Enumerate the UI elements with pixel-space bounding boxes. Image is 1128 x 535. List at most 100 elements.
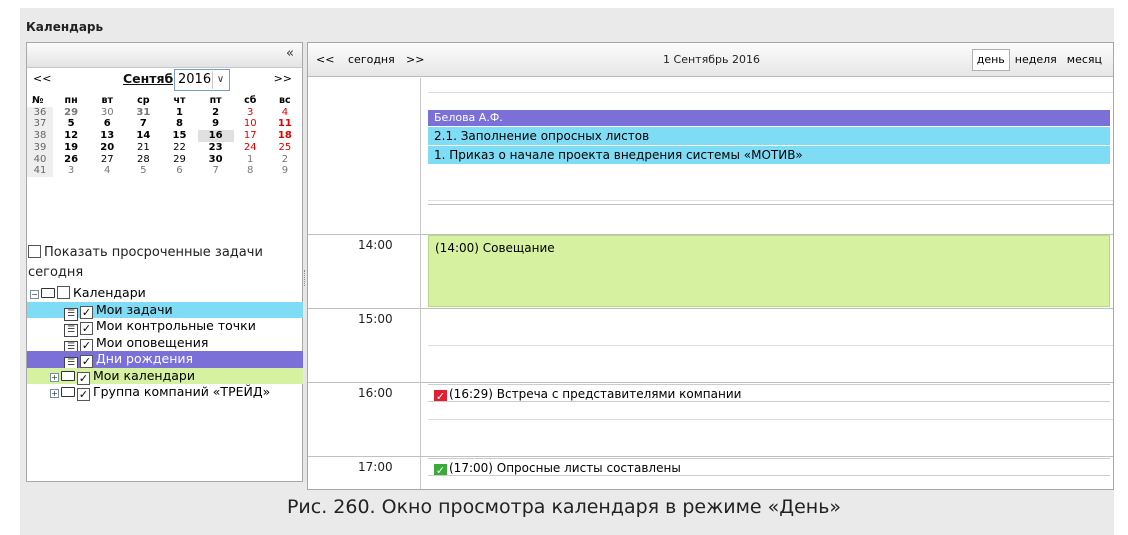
day-cell[interactable]: 5	[125, 165, 161, 177]
hour-label: 14:00	[358, 238, 393, 252]
hour-label: 17:00	[358, 460, 393, 474]
tree-item-checkbox[interactable]: ✓	[80, 322, 93, 335]
day-cell[interactable]: 1	[234, 154, 267, 166]
day-cell[interactable]: 10	[234, 118, 267, 130]
day-cell[interactable]: 3	[53, 165, 89, 177]
day-cell[interactable]: 6	[161, 165, 197, 177]
weekday-label: вт	[101, 95, 113, 106]
day-cell[interactable]: 2	[198, 107, 234, 119]
day-cell[interactable]: 9	[267, 165, 303, 177]
today-button[interactable]: сегодня	[348, 53, 395, 66]
day-cell[interactable]: 19	[53, 142, 89, 154]
expand-node-icon[interactable]: +	[50, 389, 59, 398]
tree-root-checkbox[interactable]	[57, 286, 70, 299]
day-cell[interactable]: 30	[89, 107, 125, 119]
day-cell[interactable]: 25	[267, 142, 303, 154]
view-day-button[interactable]: день	[971, 49, 1010, 71]
tree-item-my-tasks[interactable]: ☰ ✓ Мои задачи	[27, 301, 303, 321]
day-cell[interactable]: 8	[161, 118, 197, 130]
half-hour-line	[428, 419, 1113, 420]
tree-item-label: Мои оповещения	[96, 334, 209, 350]
day-cell[interactable]: 24	[234, 142, 267, 154]
tree-item-birthdays[interactable]: ☰ ✓ Дни рождения	[27, 351, 303, 370]
event-meeting[interactable]: (14:00) Совещание	[428, 235, 1110, 307]
day-cell[interactable]: 29	[161, 154, 197, 166]
tree-item-label: Дни рождения	[96, 351, 194, 366]
week-row: 39 19 20 21 22 23 24 25	[27, 141, 303, 154]
view-month-button[interactable]: месяц	[1062, 49, 1107, 71]
week-number: 37	[27, 118, 53, 131]
week-number: 40	[27, 153, 53, 166]
day-cell[interactable]: 23	[198, 142, 234, 154]
show-overdue-checkbox[interactable]	[28, 245, 41, 258]
allday-event-header[interactable]: Белова А.Ф.	[428, 110, 1110, 126]
day-cell-today[interactable]: 16	[197, 130, 234, 142]
weekday-label: пн	[64, 95, 78, 106]
prev-day-button[interactable]: <<	[316, 53, 334, 66]
day-cell[interactable]: 7	[125, 118, 161, 130]
day-cell[interactable]: 20	[89, 142, 125, 154]
day-cell[interactable]: 26	[53, 154, 89, 166]
tree-item-checkbox[interactable]: ✓	[77, 371, 90, 385]
tree-item-checkbox[interactable]: ✓	[80, 338, 93, 352]
expand-node-icon[interactable]: +	[50, 372, 59, 382]
day-cell[interactable]: 1	[161, 107, 197, 119]
allday-event[interactable]: 2.1. Заполнение опросных листов	[428, 127, 1110, 145]
day-cell[interactable]: 7	[198, 165, 234, 177]
tree-item-checkbox[interactable]: ✓	[80, 305, 93, 319]
mini-calendar-nav: << Сентябрь 2016 ∨ >>	[27, 68, 302, 93]
allday-bottom-line	[428, 204, 1113, 205]
day-cell[interactable]: 12	[53, 130, 89, 142]
day-cell[interactable]: 18	[267, 130, 303, 142]
collapse-panel-button[interactable]: «	[286, 46, 294, 61]
day-cell[interactable]: 6	[89, 118, 125, 130]
year-select[interactable]: 2016 ∨	[174, 69, 230, 91]
day-cell[interactable]: 29	[53, 107, 89, 119]
allday-event[interactable]: 1. Приказ о начале проекта внедрения сис…	[428, 146, 1110, 164]
collapse-node-icon[interactable]: −	[30, 290, 39, 299]
tree-item-group-trade[interactable]: + ✓ Группа компаний «ТРЕЙД»	[27, 384, 303, 401]
day-cell[interactable]: 17	[234, 130, 267, 142]
day-cell[interactable]: 2	[267, 154, 303, 166]
mini-prev-month-button[interactable]: <<	[33, 72, 51, 85]
tree-item-my-notifications[interactable]: ☰ ✓ Мои оповещения	[27, 334, 303, 354]
mini-next-month-button[interactable]: >>	[274, 72, 292, 85]
day-cell[interactable]: 30	[198, 154, 234, 166]
day-cell[interactable]: 28	[125, 154, 161, 166]
day-cell[interactable]: 27	[89, 154, 125, 166]
allday-inner-line	[428, 200, 1113, 201]
day-cell[interactable]: 4	[89, 165, 125, 177]
hour-line	[308, 456, 1113, 457]
tree-root-label: Календари	[73, 285, 146, 300]
view-week-button[interactable]: неделя	[1010, 49, 1062, 71]
half-hour-line	[428, 345, 1113, 346]
tree-item-my-checkpoints[interactable]: ☰ ✓ Мои контрольные точки	[27, 318, 303, 337]
day-cell[interactable]: 3	[234, 107, 267, 119]
day-cell[interactable]: 11	[267, 118, 303, 130]
day-cell[interactable]: 5	[53, 118, 89, 130]
day-cell[interactable]: 21	[125, 142, 161, 154]
tree-item-checkbox[interactable]: ✓	[80, 355, 93, 368]
tree-item-my-calendars[interactable]: + ✓ Мои календари	[27, 367, 303, 385]
day-cell[interactable]: 31	[125, 107, 161, 119]
event-questionnaires-done[interactable]: ✓ (17:00) Опросные листы составлены	[428, 458, 1110, 476]
day-cell[interactable]: 15	[161, 130, 197, 142]
chevron-down-icon[interactable]: ∨	[212, 71, 228, 89]
event-company-meeting[interactable]: ✓ (16:29) Встреча с представителями компа…	[428, 384, 1110, 402]
splitter-grip-icon[interactable]	[304, 270, 306, 286]
show-overdue-option[interactable]: Показать просроченные задачи сегодня	[28, 243, 298, 283]
day-cell[interactable]: 4	[267, 107, 303, 119]
view-switcher: день неделя месяц	[971, 49, 1107, 71]
day-cell[interactable]: 9	[198, 118, 234, 130]
next-day-button[interactable]: >>	[406, 53, 424, 66]
day-cell[interactable]: 22	[161, 142, 197, 154]
week-number: 41	[27, 165, 53, 177]
figure-caption: Рис. 260. Окно просмотра календаря в реж…	[286, 496, 842, 518]
day-cell[interactable]: 14	[125, 130, 161, 142]
tree-root-calendars[interactable]: − Календари	[27, 285, 303, 302]
tree-item-checkbox[interactable]: ✓	[77, 388, 90, 401]
day-grid: Белова А.Ф. 2.1. Заполнение опросных лис…	[308, 78, 1113, 489]
day-cell[interactable]: 8	[234, 165, 267, 177]
day-cell[interactable]: 13	[89, 130, 125, 142]
week-row: 41 3 4 5 6 7 8 9	[27, 165, 303, 177]
